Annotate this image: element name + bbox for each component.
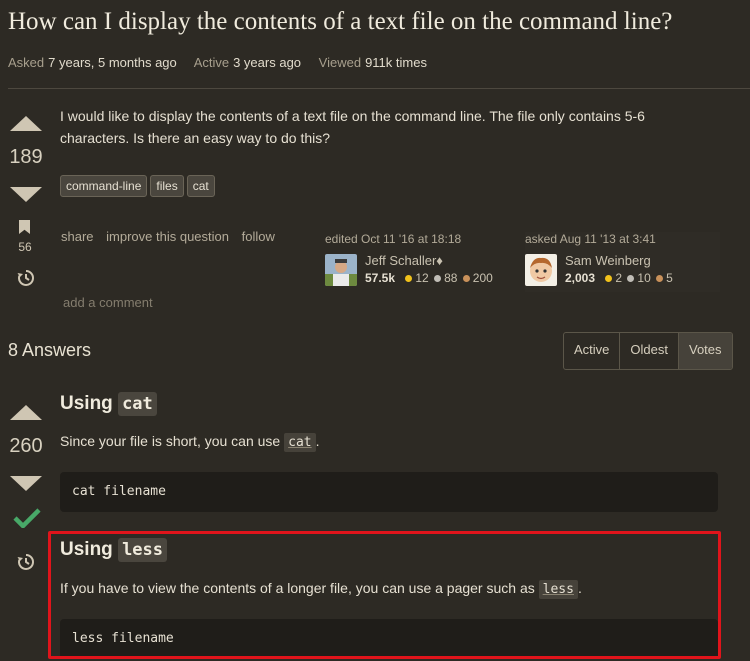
share-link[interactable]: share — [61, 229, 94, 244]
highlight-box — [48, 531, 721, 659]
bookmark-icon[interactable] — [19, 220, 30, 234]
answer-vote-count: 260 — [9, 435, 43, 457]
asked-timestamp[interactable]: asked Aug 11 '13 at 3:41 — [525, 232, 720, 246]
post-menu: share improve this question follow — [61, 229, 284, 244]
code-block-cat: cat filename — [60, 472, 718, 512]
asker-name[interactable]: Sam Weinberg — [565, 253, 651, 268]
edited-timestamp[interactable]: edited Oct 11 '16 at 18:18 — [325, 232, 515, 246]
active-label: Active — [193, 55, 230, 70]
answer-heading-cat: Using cat — [60, 392, 157, 416]
editor-silver-count: 88 — [444, 271, 458, 285]
accepted-check-icon — [13, 508, 41, 528]
bronze-badge-icon — [462, 275, 470, 282]
sort-tab-active[interactable]: Active — [564, 333, 621, 369]
asker-reputation: 2,003 2 10 5 — [565, 271, 673, 285]
asker-card: asked Aug 11 '13 at 3:41 Sam Weinberg 2,… — [525, 232, 720, 292]
editor-card: edited Oct 11 '16 at 18:18 Jeff Schaller… — [325, 232, 515, 292]
asked-value: 7 years, 5 months ago — [48, 55, 177, 70]
answer-downvote-button[interactable] — [10, 476, 42, 491]
editor-name[interactable]: Jeff Schaller♦ — [365, 253, 443, 268]
tag-cat[interactable]: cat — [186, 175, 215, 197]
asked-label: Asked — [8, 55, 45, 70]
question-upvote-button[interactable] — [10, 116, 42, 131]
editor-gold-count: 12 — [415, 271, 429, 285]
asker-avatar[interactable] — [525, 254, 557, 286]
gold-badge-icon — [605, 275, 613, 282]
answers-heading: 8 Answers — [8, 340, 92, 360]
silver-badge-icon — [627, 275, 635, 282]
answer-sort-tabs: Active Oldest Votes — [563, 332, 733, 370]
history-icon[interactable] — [16, 268, 36, 288]
sort-tab-votes[interactable]: Votes — [678, 333, 732, 369]
silver-badge-icon — [434, 275, 442, 282]
editor-rep: 57.5k — [365, 271, 396, 285]
asker-silver-count: 10 — [637, 271, 651, 285]
tag-command-line[interactable]: command-line — [60, 175, 148, 197]
sort-tab-oldest[interactable]: Oldest — [620, 333, 679, 369]
add-comment-link[interactable]: add a comment — [63, 295, 153, 310]
moderator-diamond-icon: ♦ — [436, 253, 443, 268]
editor-bronze-count: 200 — [472, 271, 493, 285]
asker-rep: 2,003 — [565, 271, 596, 285]
question-body: I would like to display the contents of … — [60, 108, 645, 146]
question-title[interactable]: How can I display the contents of a text… — [8, 8, 672, 36]
bronze-badge-icon — [656, 275, 664, 282]
inline-code-cat[interactable]: cat — [284, 433, 316, 452]
answer-paragraph-cat: Since your file is short, you can use ca… — [60, 433, 320, 452]
editor-avatar[interactable] — [325, 254, 357, 286]
question-vote-count: 189 — [9, 146, 43, 168]
tag-list: command-line files cat — [60, 175, 215, 197]
editor-reputation: 57.5k 12 88 200 — [365, 271, 493, 285]
follow-link[interactable]: follow — [242, 229, 275, 244]
tag-files[interactable]: files — [150, 175, 184, 197]
question-meta: Asked 7 years, 5 months ago Active 3 years… — [8, 55, 441, 70]
answer-history-icon[interactable] — [16, 552, 36, 572]
answer-upvote-button[interactable] — [10, 405, 42, 420]
active-value[interactable]: 3 years ago — [233, 55, 301, 70]
divider — [8, 88, 750, 89]
asker-gold-count: 2 — [615, 271, 623, 285]
bookmark-count: 56 — [18, 240, 32, 254]
gold-badge-icon — [405, 275, 413, 282]
viewed-value: 911k times — [365, 55, 427, 70]
question-downvote-button[interactable] — [10, 187, 42, 202]
asker-bronze-count: 5 — [666, 271, 673, 285]
improve-question-link[interactable]: improve this question — [106, 229, 229, 244]
viewed-label: Viewed — [318, 55, 362, 70]
